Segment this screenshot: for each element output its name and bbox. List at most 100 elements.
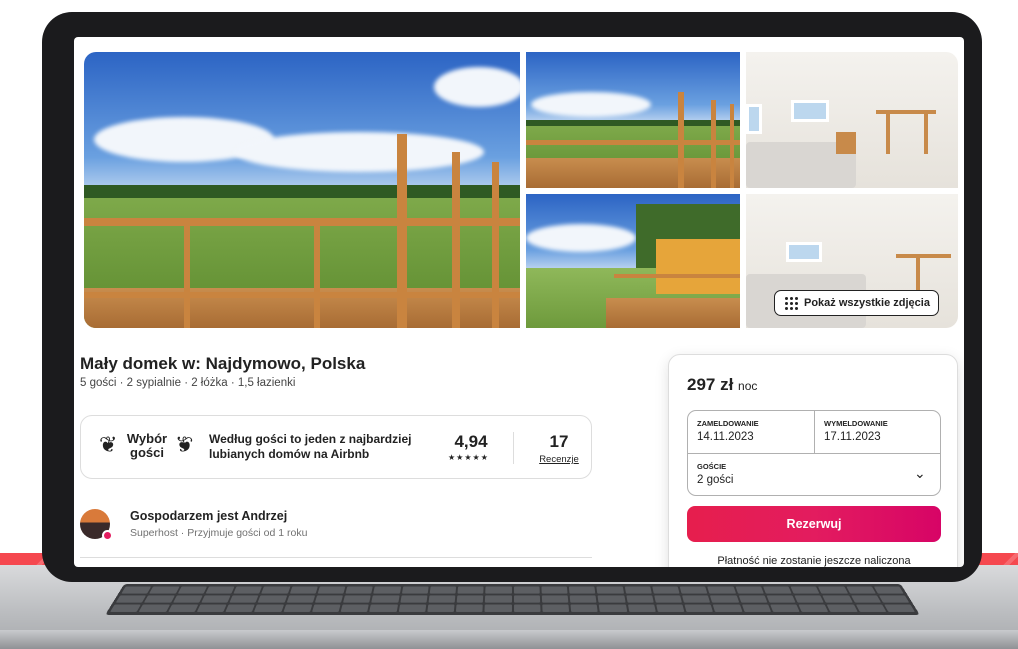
keyboard-key (371, 595, 400, 603)
keyboard-key (625, 595, 654, 603)
keyboard-key (205, 586, 235, 594)
keyboard-key (144, 595, 175, 603)
keyboard-key (485, 595, 512, 603)
keyboard-key (229, 595, 259, 603)
keyboard-key (225, 604, 256, 612)
keyboard-key (513, 604, 541, 612)
keyboard-key (373, 586, 401, 594)
checkin-label: ZAMELDOWANIE (697, 419, 759, 428)
keyboard-key (651, 586, 680, 594)
keyboard-key (428, 595, 456, 603)
keyboard-key (121, 586, 152, 594)
keyboard-key (569, 595, 597, 603)
keyboard-key (340, 604, 370, 612)
main-photo-terrace[interactable] (84, 52, 520, 328)
laurel-left-icon: ❦ (99, 432, 118, 457)
keyboard-key (398, 604, 427, 612)
laptop-base-edge (0, 630, 1018, 649)
keyboard-key (798, 604, 829, 612)
keyboard-key (826, 604, 858, 612)
keyboard-key (427, 604, 455, 612)
photo-attic-bedroom[interactable] (746, 52, 958, 188)
keyboard-key (286, 595, 315, 603)
show-all-photos-button[interactable]: Pokaż wszystkie zdjęcia (774, 290, 939, 316)
checkin-field[interactable]: ZAMELDOWANIE 14.11.2023 (688, 411, 814, 453)
checkout-value: 17.11.2023 (824, 431, 881, 443)
keyboard-key (712, 604, 743, 612)
keyboard-key (710, 595, 739, 603)
keyboard-key (653, 595, 682, 603)
keyboard-key (883, 604, 915, 612)
price-unit: noc (738, 379, 758, 393)
keyboard-key (257, 595, 287, 603)
keyboard-key (200, 595, 231, 603)
price-value: 297 zł (687, 375, 734, 394)
keyboard-key (738, 595, 768, 603)
keyboard-key (177, 586, 207, 594)
host-subtitle: Superhost · Przyjmuje gości od 1 roku (130, 527, 308, 539)
keyboard-key (873, 586, 904, 594)
keyboard-key (399, 595, 428, 603)
superhost-badge-icon (102, 530, 113, 541)
keyboard-key (455, 604, 484, 612)
keyboard-key (345, 586, 374, 594)
show-all-photos-label: Pokaż wszystkie zdjęcia (804, 297, 930, 309)
keyboard-key (570, 604, 598, 612)
keyboard-key (597, 595, 626, 603)
keyboard-key (282, 604, 313, 612)
keyboard-key (845, 586, 876, 594)
keyboard-key (261, 586, 290, 594)
keyboard-key (568, 586, 596, 594)
keyboard-key (679, 586, 708, 594)
payment-note: Płatność nie zostanie jeszcze naliczona (717, 555, 911, 567)
host-title: Gospodarzem jest Andrzej (130, 509, 288, 523)
photo-house-exterior[interactable] (526, 194, 740, 328)
grid-dots-icon (785, 296, 798, 310)
keyboard-key (794, 595, 825, 603)
keyboard-key (172, 595, 203, 603)
guests-value: 2 gości (697, 474, 734, 486)
keyboard-key (167, 604, 199, 612)
reviews-count: 17 (549, 432, 569, 451)
keyboard-key (196, 604, 227, 612)
reviews-link[interactable]: Recenzje (531, 454, 587, 465)
photo-terrace-view[interactable] (526, 52, 740, 188)
keyboard-key (311, 604, 341, 612)
keyboard-key (110, 604, 142, 612)
keyboard-key (115, 595, 147, 603)
laptop-screen: Pokaż wszystkie zdjęcia Mały domek w: Na… (74, 37, 964, 567)
keyboard-key (878, 595, 910, 603)
guests-select[interactable]: GOŚCIE 2 gości (688, 454, 942, 497)
keyboard-key (627, 604, 656, 612)
keyboard-key (457, 586, 484, 594)
keyboard-key (735, 586, 764, 594)
chevron-down-icon[interactable]: ⌄ (914, 465, 926, 482)
listing-details: 5 gości · 2 sypialnie · 2 łóżka · 1,5 ła… (80, 377, 296, 389)
keyboard-key (138, 604, 170, 612)
keyboard-key (317, 586, 346, 594)
checkout-field[interactable]: WYMELDOWANIE 17.11.2023 (815, 411, 942, 453)
reserve-button[interactable]: Rezerwuj (687, 506, 941, 542)
listing-title: Mały domek w: Najdymowo, Polska (80, 354, 366, 373)
keyboard-key (513, 586, 540, 594)
badge-line2: gości (130, 445, 164, 460)
keyboard-key (343, 595, 372, 603)
keyboard-key (485, 586, 512, 594)
booking-card: 297 zł noc ZAMELDOWANIE 14.11.2023 WYMEL… (668, 354, 958, 567)
dates-guests-box: ZAMELDOWANIE 14.11.2023 WYMELDOWANIE 17.… (687, 410, 941, 496)
badge-line1: Wybór (126, 431, 168, 446)
keyboard-key (149, 586, 180, 594)
keyboard-key (682, 595, 711, 603)
laptop-keyboard (105, 583, 920, 615)
rating-value: 4,94 (454, 432, 488, 451)
keyboard-key (314, 595, 343, 603)
keyboard-key (707, 586, 736, 594)
stage: Pokaż wszystkie zdjęcia Mały domek w: Na… (0, 0, 1018, 649)
keyboard-key (598, 604, 627, 612)
guests-label: GOŚCIE (697, 462, 727, 471)
guest-favorite-card[interactable]: ❦ Wybór gości ❦ Według gości to jeden z … (80, 415, 592, 479)
keyboard-key (484, 604, 512, 612)
keyboard-key (850, 595, 881, 603)
keyboard-key (541, 604, 570, 612)
keyboard-key (624, 586, 652, 594)
